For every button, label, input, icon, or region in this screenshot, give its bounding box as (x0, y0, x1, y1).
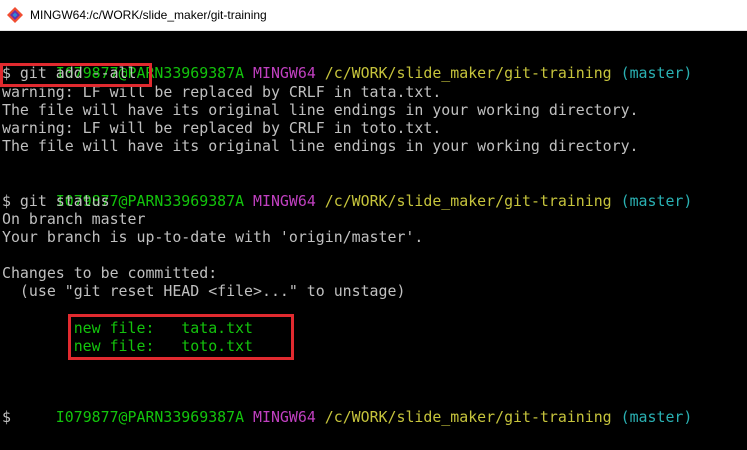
prompt-path: /c/WORK/slide_maker/git-training (324, 192, 612, 210)
prompt-user: I079877@PARN33969387A (55, 408, 245, 426)
prompt-env: MINGW64 (253, 408, 316, 426)
info-line: The file will have its original line end… (2, 101, 639, 119)
prompt-line: I079877@PARN33969387A MINGW64 /c/WORK/sl… (2, 46, 693, 82)
status-line: (use "git reset HEAD <file>..." to unsta… (2, 282, 406, 300)
status-line: Changes to be committed: (2, 264, 218, 282)
prompt-line: I079877@PARN33969387A MINGW64 /c/WORK/sl… (2, 174, 693, 210)
prompt-env: MINGW64 (253, 64, 316, 82)
prompt-path: /c/WORK/slide_maker/git-training (324, 64, 612, 82)
staged-file-line: new file: tata.txt (2, 319, 254, 337)
git-bash-icon (7, 7, 23, 23)
prompt-branch: (master) (620, 408, 693, 426)
staged-file-line: new file: toto.txt (2, 337, 254, 355)
command-line: $ git status (2, 192, 110, 210)
info-line: The file will have its original line end… (2, 137, 639, 155)
prompt-branch: (master) (620, 192, 693, 210)
status-line: On branch master (2, 210, 146, 228)
prompt-line: I079877@PARN33969387A MINGW64 /c/WORK/sl… (2, 390, 693, 426)
window-title: MINGW64:/c/WORK/slide_maker/git-training (30, 8, 267, 22)
warning-line: warning: LF will be replaced by CRLF in … (2, 119, 442, 137)
status-line: Your branch is up-to-date with 'origin/m… (2, 228, 424, 246)
prompt-env: MINGW64 (253, 192, 316, 210)
terminal-window: MINGW64:/c/WORK/slide_maker/git-training… (0, 0, 747, 450)
input-prompt[interactable]: $ (2, 408, 11, 426)
prompt-path: /c/WORK/slide_maker/git-training (324, 408, 612, 426)
prompt-branch: (master) (620, 64, 693, 82)
warning-line: warning: LF will be replaced by CRLF in … (2, 83, 442, 101)
terminal-output[interactable]: I079877@PARN33969387A MINGW64 /c/WORK/sl… (0, 46, 747, 450)
command-line: $ git add --all (2, 64, 137, 82)
title-bar[interactable]: MINGW64:/c/WORK/slide_maker/git-training (0, 0, 747, 31)
